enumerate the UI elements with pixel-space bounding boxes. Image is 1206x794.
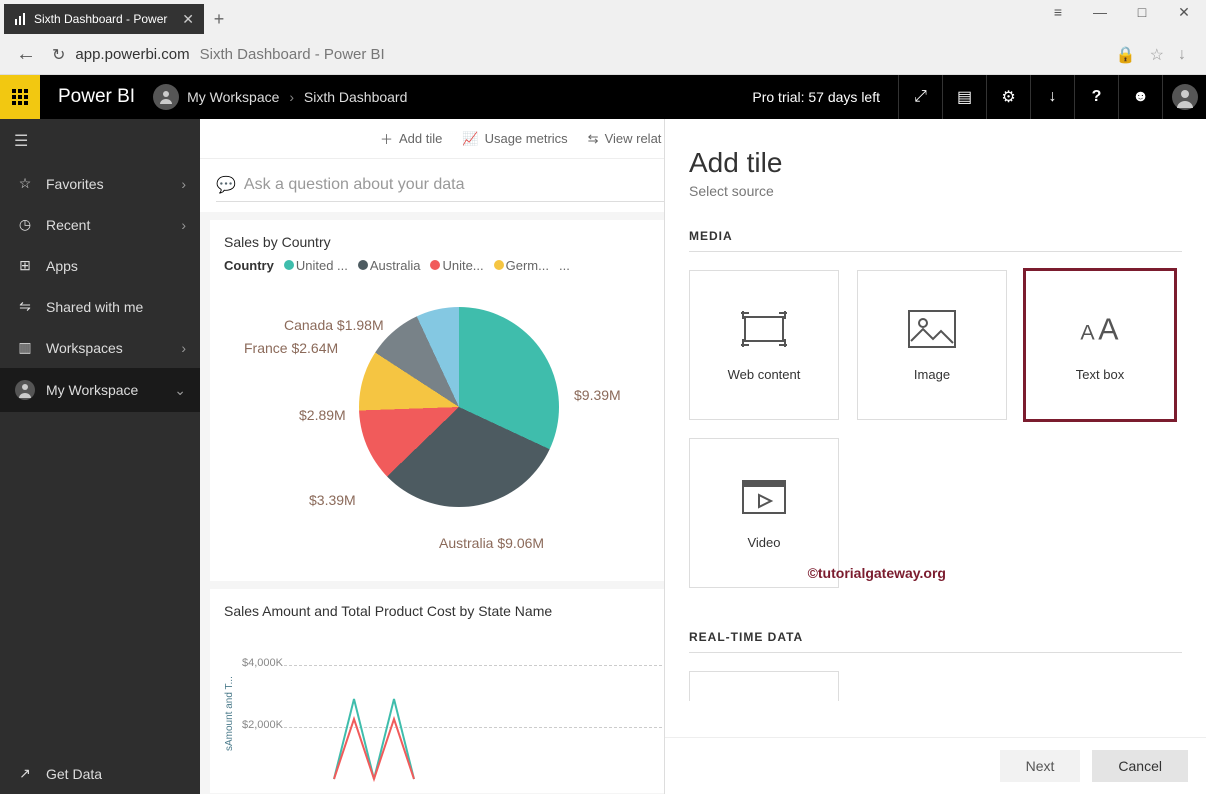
pane-subtitle: Select source [689,183,1182,199]
feedback-icon[interactable]: ☻ [1118,75,1162,119]
profile-avatar[interactable] [1162,75,1206,119]
add-tile-pane: Add tile Select source MEDIA Web content… [664,119,1206,794]
trial-status: Pro trial: 57 days left [734,89,898,105]
image-icon [907,309,957,349]
add-tile-action[interactable]: ＋Add tile [380,129,442,148]
menu-icon[interactable]: ≡ [1044,4,1072,21]
cancel-button[interactable]: Cancel [1092,750,1188,782]
data-label: $3.39M [309,492,356,508]
chevron-right-icon: › [289,89,294,105]
avatar-icon [14,380,36,400]
data-label: Australia $9.06M [439,535,544,551]
qna-placeholder: Ask a question about your data [244,176,465,194]
view-related-action[interactable]: ⇆View relat [588,131,662,147]
plus-icon: ＋ [380,129,393,148]
star-icon: ☆ [14,175,36,192]
chevron-right-icon: › [181,340,186,356]
data-label: $9.39M [574,387,621,403]
apps-icon: ⊞ [14,257,36,274]
avatar-icon[interactable] [153,84,179,110]
url-domain: app.powerbi.com [75,46,189,63]
hamburger-icon[interactable]: ☰ [0,119,200,163]
tab-close-icon[interactable]: ✕ [182,11,194,28]
sidebar-item-label: Workspaces [46,340,123,356]
web-icon [739,309,789,349]
new-tab-button[interactable]: + [204,4,234,34]
tile-web-content[interactable]: Web content [689,270,839,420]
getdata-label: Get Data [46,766,102,782]
data-label: $2.89M [299,407,346,423]
share-icon: ⇋ [14,298,36,315]
usage-metrics-action[interactable]: 📈Usage metrics [462,131,567,147]
y-axis-label: sAmount and T... [224,649,235,779]
sidebar-item-workspaces[interactable]: ▥ Workspaces › [0,327,200,368]
tab-title: Sixth Dashboard - Power [34,12,167,26]
browser-chrome: ≡ — □ ✕ Sixth Dashboard - Power ✕ + ← ↻ … [0,0,1206,75]
settings-icon[interactable]: ⚙ [986,75,1030,119]
sidebar-item-label: Recent [46,217,90,233]
svg-text:A: A [1080,320,1095,344]
chevron-right-icon: › [181,217,186,233]
sidebar-item-label: Apps [46,258,78,274]
help-icon[interactable]: ? [1074,75,1118,119]
browser-tab[interactable]: Sixth Dashboard - Power ✕ [4,4,204,34]
app-launcher[interactable] [0,75,40,119]
breadcrumb: My Workspace › Sixth Dashboard [187,89,407,105]
video-icon [739,477,789,517]
chat-icon: 💬 [216,175,236,195]
sidebar-item-recent[interactable]: ◷ Recent › [0,204,200,245]
window-controls: ≡ — □ ✕ [1044,4,1198,21]
fullscreen-icon[interactable]: ⤢ [898,75,942,119]
sidebar-item-label: My Workspace [46,382,138,398]
breadcrumb-workspace[interactable]: My Workspace [187,89,279,105]
brand: Power BI [40,86,153,108]
refresh-button[interactable]: ↻ [52,45,65,65]
watermark: ©tutorialgateway.org [808,565,946,581]
text-icon: AA [1075,309,1125,349]
star-icon[interactable]: ☆ [1150,45,1164,65]
sidebar: ☰ ☆ Favorites › ◷ Recent › ⊞ Apps ⇋ Shar… [0,119,200,794]
pbi-header: Power BI My Workspace › Sixth Dashboard … [0,75,1206,119]
chevron-right-icon: › [181,176,186,192]
pie-chart: $9.39M Australia $9.06M $3.39M $2.89M Fr… [224,277,644,567]
get-data-button[interactable]: ↗ Get Data [0,753,200,794]
data-label: Canada $1.98M [284,317,384,333]
sidebar-item-label: Shared with me [46,299,143,315]
lock-icon[interactable]: 🔒 [1116,45,1136,65]
clock-icon: ◷ [14,216,36,233]
breadcrumb-dashboard[interactable]: Sixth Dashboard [304,89,408,105]
next-button[interactable]: Next [1000,750,1081,782]
chart-lines [324,669,524,789]
download-icon[interactable]: ↓ [1030,75,1074,119]
minimize-icon[interactable]: — [1086,4,1114,21]
maximize-icon[interactable]: □ [1128,4,1156,21]
link-icon: ⇆ [588,131,599,147]
pane-footer: Next Cancel [665,737,1206,794]
sidebar-item-apps[interactable]: ⊞ Apps [0,245,200,286]
legend-more: ... [559,258,570,273]
sidebar-item-label: Favorites [46,176,104,192]
comment-icon[interactable]: ▤ [942,75,986,119]
tab-icon [14,12,28,26]
tile-text-box[interactable]: AA Text box [1025,270,1175,420]
pane-title: Add tile [689,147,1182,179]
chevron-down-icon: ⌄ [174,382,186,399]
tile-realtime-placeholder[interactable] [689,671,839,701]
back-button[interactable]: ← [10,43,42,66]
sidebar-item-myworkspace[interactable]: My Workspace ⌄ [0,368,200,412]
workspaces-icon: ▥ [14,339,36,356]
section-realtime: REAL-TIME DATA [689,618,1182,653]
address-bar[interactable]: app.powerbi.com Sixth Dashboard - Power … [75,46,1105,63]
sidebar-item-shared[interactable]: ⇋ Shared with me [0,286,200,327]
getdata-icon: ↗ [14,765,36,782]
section-media: MEDIA [689,217,1182,252]
tile-image[interactable]: Image [857,270,1007,420]
svg-text:A: A [1098,313,1119,346]
close-icon[interactable]: ✕ [1170,4,1198,21]
data-label: France $2.64M [244,340,338,356]
chart-icon: 📈 [462,131,478,147]
sidebar-item-favorites[interactable]: ☆ Favorites › [0,163,200,204]
url-title: Sixth Dashboard - Power BI [200,46,385,63]
download-icon[interactable]: ↓ [1178,46,1186,64]
